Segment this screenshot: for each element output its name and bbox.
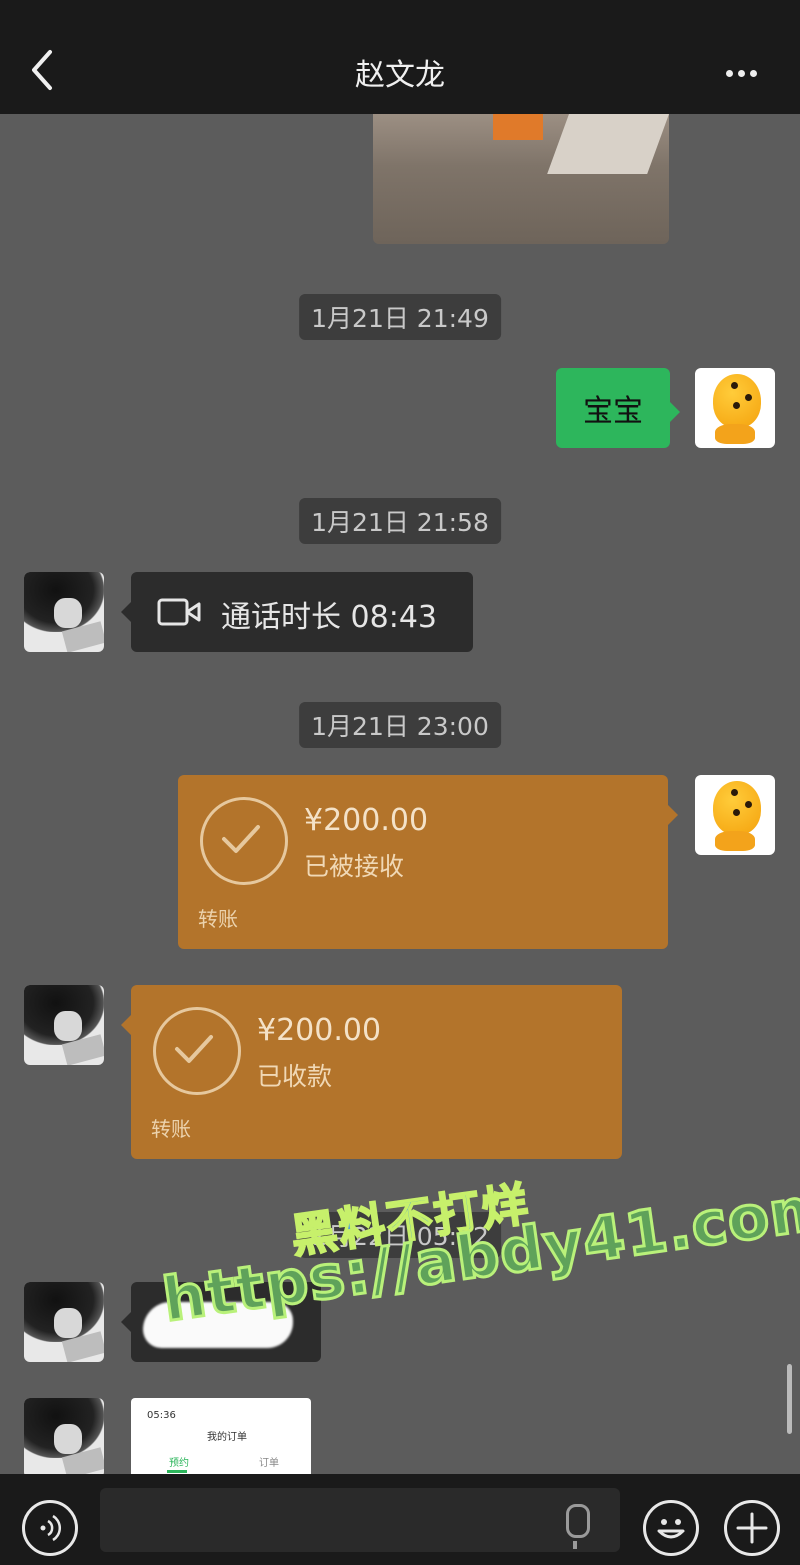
microphone-icon[interactable]: [566, 1504, 590, 1549]
scrollbar[interactable]: [787, 1364, 792, 1434]
message-list[interactable]: 1月21日 21:49 宝宝 1月21日 21:58 通话时长 08:43 1月…: [0, 114, 800, 1474]
input-toolbar: [0, 1474, 800, 1565]
screenshot-tab: 预约: [169, 1458, 189, 1469]
avatar-contact[interactable]: [24, 985, 104, 1065]
transfer-label: 转账: [198, 907, 238, 931]
transfer-label: 转账: [151, 1117, 191, 1141]
timestamp: 1月21日 23:00: [299, 702, 501, 748]
voice-toggle-button[interactable]: [22, 1500, 78, 1556]
avatar-contact[interactable]: [24, 1282, 104, 1362]
screenshot-title: 我的订单: [207, 1432, 247, 1443]
photo-message[interactable]: [373, 114, 669, 244]
timestamp: 1月21日 21:49: [299, 294, 501, 340]
message-input[interactable]: [100, 1488, 620, 1552]
video-call-message[interactable]: 通话时长 08:43: [121, 572, 473, 652]
timestamp: 1月21日 21:58: [299, 498, 501, 544]
transfer-sent-card[interactable]: ¥200.00 已被接收 转账: [178, 775, 678, 949]
video-camera-icon: [157, 598, 201, 626]
plus-icon: [736, 1512, 768, 1544]
call-duration: 通话时长 08:43: [221, 600, 437, 635]
text-message-sent[interactable]: 宝宝: [556, 368, 680, 448]
transfer-received-card[interactable]: ¥200.00 已收款 转账: [121, 985, 622, 1159]
transfer-amount: ¥200.00: [304, 803, 429, 838]
check-circle-icon: [200, 797, 288, 885]
message-text: 宝宝: [583, 394, 643, 429]
check-circle-icon: [153, 1007, 241, 1095]
avatar-contact[interactable]: [24, 1398, 104, 1474]
more-actions-button[interactable]: [724, 1500, 780, 1556]
voice-icon: [40, 1514, 62, 1542]
screenshot-tab: 订单: [259, 1458, 279, 1469]
avatar-contact[interactable]: [24, 572, 104, 652]
screenshot-time: 05:36: [147, 1410, 176, 1421]
avatar-self[interactable]: [695, 775, 775, 855]
chat-header: 赵文龙: [0, 0, 800, 114]
transfer-status: 已收款: [257, 1062, 333, 1091]
chat-title: 赵文龙: [355, 58, 445, 93]
transfer-status: 已被接收: [304, 852, 405, 881]
smiley-icon: [657, 1519, 685, 1539]
transfer-amount: ¥200.00: [257, 1013, 382, 1048]
emoji-button[interactable]: [643, 1500, 699, 1556]
screenshot-image-message[interactable]: 05:36 我的订单 预约 订单: [131, 1398, 311, 1474]
more-icon[interactable]: [726, 58, 770, 82]
avatar-self[interactable]: [695, 368, 775, 448]
